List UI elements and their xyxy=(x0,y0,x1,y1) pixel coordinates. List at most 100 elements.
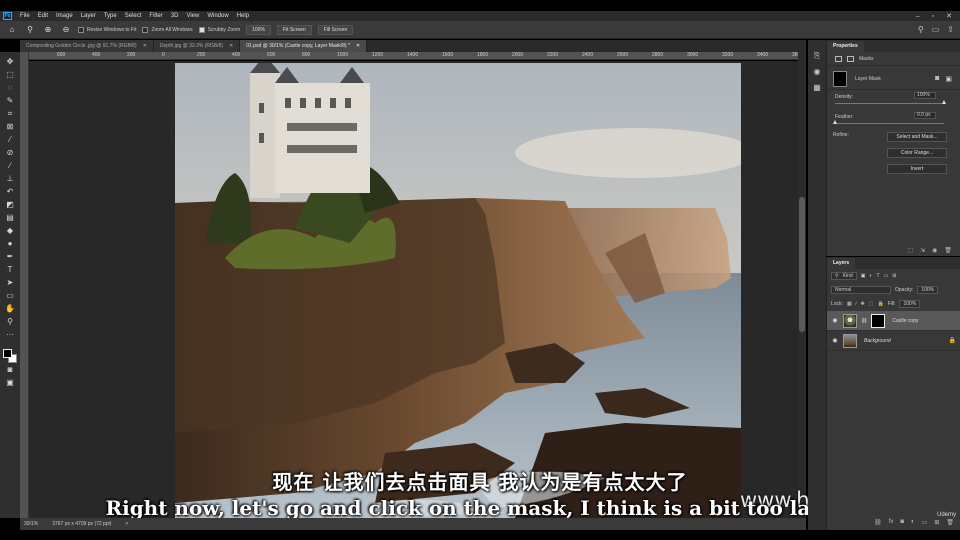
layer-thumbnail[interactable] xyxy=(843,333,857,348)
delete-layer-icon[interactable]: 🗑 xyxy=(946,519,954,526)
load-selection-icon[interactable]: ⬚ xyxy=(907,247,913,254)
filter-pixel-icon[interactable]: ▣ xyxy=(861,273,866,279)
tab-close-icon[interactable]: ✕ xyxy=(356,40,360,52)
menu-edit[interactable]: Edit xyxy=(34,13,52,19)
fit-screen-button[interactable]: Fit Screen xyxy=(276,24,312,35)
checkbox-box[interactable] xyxy=(142,26,149,33)
color-swatches[interactable] xyxy=(3,349,17,363)
menu-select[interactable]: Select xyxy=(121,13,146,19)
add-pixel-mask-icon[interactable]: ◙ xyxy=(935,75,939,83)
filter-smart-icon[interactable]: ⊞ xyxy=(892,273,896,279)
color-panel-icon[interactable]: ◉ xyxy=(811,66,823,78)
fill-screen-button[interactable]: Fill Screen xyxy=(317,24,354,35)
menu-type[interactable]: Type xyxy=(100,13,121,19)
add-mask-icon[interactable]: ◙ xyxy=(900,519,904,526)
vector-mask-icon[interactable] xyxy=(847,55,854,62)
tab-01-psd[interactable]: 01.psd @ 30/1% (Castle copy, Layer Mask/… xyxy=(240,40,368,52)
layer-mask-thumbnail[interactable] xyxy=(833,70,847,87)
feather-value[interactable]: 0.0 px xyxy=(914,112,936,119)
lock-artboard-icon[interactable]: ⬚ xyxy=(869,301,874,307)
crop-tool-icon[interactable]: ⌗ xyxy=(4,107,17,120)
group-icon[interactable]: ▭ xyxy=(922,519,928,526)
menu-view[interactable]: View xyxy=(182,13,203,19)
close-icon[interactable]: ✕ xyxy=(946,12,952,20)
screen-mode-icon[interactable]: ▣ xyxy=(4,376,17,389)
kind-filter-dropdown[interactable]: ⚲ Kind xyxy=(831,272,857,280)
pen-tool-icon[interactable]: ✒ xyxy=(4,250,17,263)
scrubby-zoom-checkbox[interactable]: Scrubby Zoom xyxy=(198,26,240,33)
scrollbar-thumb[interactable] xyxy=(799,197,805,332)
layer-mask-thumbnail[interactable] xyxy=(871,313,886,328)
share-icon[interactable]: ⇪ xyxy=(947,25,954,34)
workspace-icon[interactable]: ▭ xyxy=(932,25,940,34)
zoom-value-field[interactable]: 100% xyxy=(246,24,271,35)
type-tool-icon[interactable]: T xyxy=(4,263,17,276)
vertical-scrollbar[interactable] xyxy=(798,52,806,518)
eraser-tool-icon[interactable]: ◩ xyxy=(4,198,17,211)
layer-castle-copy[interactable]: ◉ ⛓ Castle copy xyxy=(827,311,960,331)
status-menu-arrow[interactable]: > xyxy=(125,521,128,527)
layer-thumbnail[interactable] xyxy=(843,313,857,328)
maximize-icon[interactable]: ▫ xyxy=(932,13,934,20)
home-icon[interactable]: ⌂ xyxy=(6,25,18,34)
checkbox-box[interactable] xyxy=(78,26,84,33)
lasso-tool-icon[interactable]: ◌ xyxy=(4,81,17,94)
layer-background[interactable]: ◉ Background 🔒 xyxy=(827,331,960,351)
menu-help[interactable]: Help xyxy=(233,13,253,19)
add-vector-mask-icon[interactable]: ▣ xyxy=(945,75,952,83)
fx-icon[interactable]: fx xyxy=(889,519,894,526)
slider-knob[interactable] xyxy=(833,120,837,124)
blur-tool-icon[interactable]: ◆ xyxy=(4,224,17,237)
healing-brush-icon[interactable]: ⊘ xyxy=(4,146,17,159)
gradient-tool-icon[interactable]: ▤ xyxy=(4,211,17,224)
menu-3d[interactable]: 3D xyxy=(167,13,183,19)
filter-adjust-icon[interactable]: ◐ xyxy=(869,273,872,279)
filter-type-icon[interactable]: T xyxy=(876,273,879,279)
eyedropper-tool-icon[interactable]: ⁄ xyxy=(4,133,17,146)
path-select-icon[interactable]: ➤ xyxy=(4,276,17,289)
lock-icon[interactable]: 🔒 xyxy=(949,337,956,344)
link-icon[interactable]: ⛓ xyxy=(861,318,867,324)
quick-mask-icon[interactable]: ◙ xyxy=(4,363,17,376)
pixel-mask-icon[interactable] xyxy=(835,55,842,62)
apply-mask-icon[interactable]: ⇲ xyxy=(920,247,925,254)
tab-layers[interactable]: Layers xyxy=(827,258,856,269)
hand-tool-icon[interactable]: ✋ xyxy=(4,302,17,315)
minimize-icon[interactable]: – xyxy=(916,13,920,20)
eye-icon[interactable]: ◉ xyxy=(831,337,839,344)
lock-paint-icon[interactable]: ∕ xyxy=(856,301,857,307)
history-panel-icon[interactable]: ⎘ xyxy=(811,50,823,62)
zoom-all-windows-checkbox[interactable]: Zoom All Windows xyxy=(142,26,193,33)
zoom-out-icon[interactable]: ⊖ xyxy=(60,25,72,34)
new-layer-icon[interactable]: ⊞ xyxy=(934,519,939,526)
lock-pixels-icon[interactable]: ▦ xyxy=(847,301,852,307)
quick-select-tool-icon[interactable]: ✎ xyxy=(4,94,17,107)
checkbox-box[interactable] xyxy=(198,26,205,33)
feather-slider[interactable] xyxy=(833,120,944,124)
frame-tool-icon[interactable]: ⊠ xyxy=(4,120,17,133)
dodge-tool-icon[interactable]: ● xyxy=(4,237,17,250)
tab-compositing[interactable]: Compositing Golden Circle .jpg @ 91.7% (… xyxy=(20,40,154,52)
foreground-color-swatch[interactable] xyxy=(3,349,12,358)
color-range-button[interactable]: Color Range... xyxy=(887,148,947,158)
menu-filter[interactable]: Filter xyxy=(145,13,166,19)
swatches-panel-icon[interactable]: ▦ xyxy=(811,82,823,94)
blend-mode-dropdown[interactable]: Normal xyxy=(831,286,891,294)
history-brush-icon[interactable]: ↶ xyxy=(4,185,17,198)
photoshop-logo[interactable]: Ps xyxy=(3,12,12,20)
menu-layer[interactable]: Layer xyxy=(77,13,100,19)
visibility-icon[interactable]: ◉ xyxy=(932,247,937,254)
document-image[interactable] xyxy=(175,63,741,518)
invert-button[interactable]: Invert xyxy=(887,164,947,174)
tab-properties[interactable]: Properties xyxy=(827,41,864,52)
delete-icon[interactable]: 🗑 xyxy=(944,247,952,254)
opacity-value[interactable]: 100% xyxy=(917,286,939,294)
zoom-tool-icon[interactable]: ⚲ xyxy=(24,25,36,34)
tab-close-icon[interactable]: ✕ xyxy=(143,40,147,52)
fill-value[interactable]: 100% xyxy=(899,300,921,308)
eye-icon[interactable]: ◉ xyxy=(831,317,839,324)
zoom-tool-icon[interactable]: ⚲ xyxy=(4,315,17,328)
slider-knob[interactable] xyxy=(942,100,946,104)
move-tool-icon[interactable]: ✥ xyxy=(4,55,17,68)
status-zoom[interactable]: 30/1% xyxy=(24,521,38,527)
